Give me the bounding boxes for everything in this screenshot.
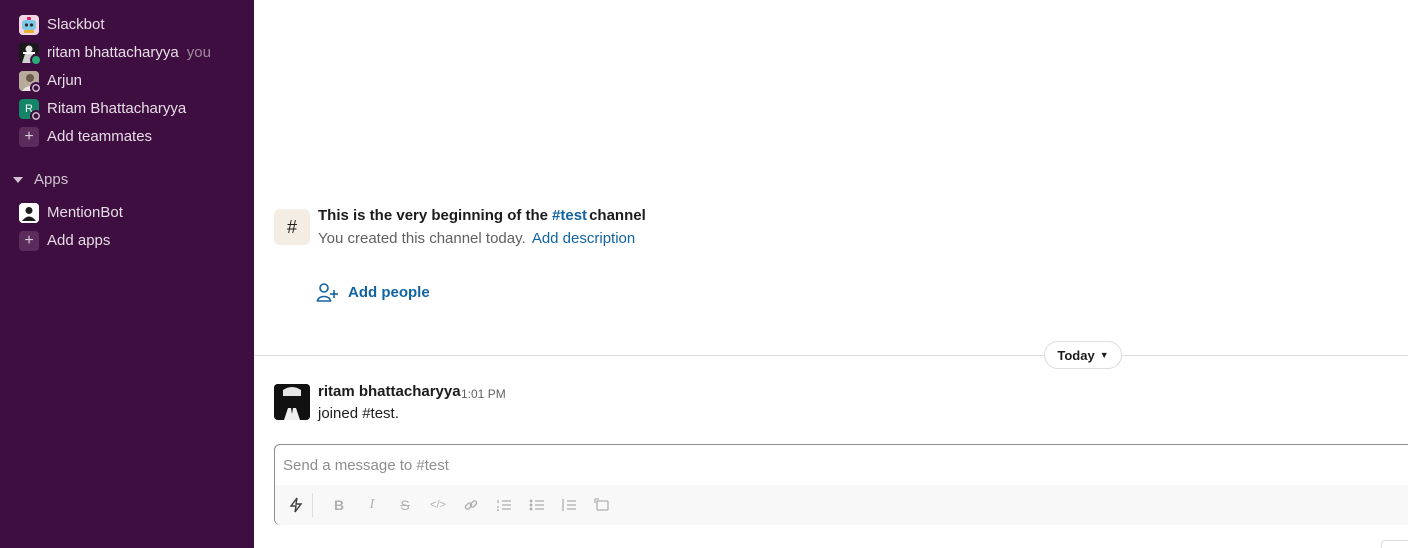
slack-app: Slackbot ritam bhattacharyya you Arjun R… <box>0 0 1408 548</box>
bot-avatar <box>19 203 39 223</box>
caret-down-icon <box>13 177 23 183</box>
code-icon[interactable]: </> <box>427 495 449 515</box>
add-description-link[interactable]: Add description <box>532 230 635 247</box>
slackbot-avatar <box>19 15 39 35</box>
ordered-list-icon[interactable] <box>493 495 515 515</box>
channel-name-link[interactable]: #test <box>552 207 587 224</box>
plus-icon: + <box>19 231 39 251</box>
shortcuts-icon[interactable] <box>285 495 307 515</box>
message-composer[interactable]: Send a message to #test B I S </> <box>274 444 1408 525</box>
message-author-avatar[interactable] <box>274 384 310 420</box>
formatting-toolbar: B I S </> <box>275 485 1408 525</box>
bold-icon[interactable]: B <box>328 495 350 515</box>
channel-view: # This is the very beginning of the #test… <box>254 0 1408 548</box>
chevron-down-icon: ▼ <box>1099 350 1109 360</box>
add-teammates-button[interactable]: + Add teammates <box>0 122 254 150</box>
apps-section-label: Apps <box>34 171 69 188</box>
hash-icon: # <box>274 209 310 245</box>
sidebar-item-slackbot[interactable]: Slackbot <box>0 10 254 38</box>
sidebar-item-ritam-bhattacharyya[interactable]: R Ritam Bhattacharyya <box>0 94 254 122</box>
sidebar-item-label: Ritam Bhattacharyya <box>47 99 187 117</box>
blockquote-icon[interactable] <box>558 495 580 515</box>
you-tag: you <box>186 43 211 61</box>
sidebar-item-arjun[interactable]: Arjun <box>0 66 254 94</box>
channel-intro-title: This is the very beginning of the #test ch… <box>318 207 646 224</box>
scroll-corner <box>1381 540 1408 548</box>
sidebar-item-label: Slackbot <box>47 15 105 33</box>
day-divider-label: Today <box>1057 347 1095 363</box>
day-divider-line <box>254 355 1408 356</box>
plus-icon: + <box>19 127 39 147</box>
day-divider-button[interactable]: Today ▼ <box>1044 341 1122 369</box>
add-teammates-label: Add teammates <box>47 127 153 145</box>
message-author-name[interactable]: ritam bhattacharyya <box>318 383 461 400</box>
add-person-icon <box>316 283 338 302</box>
sidebar-item-label: Arjun <box>47 71 83 89</box>
sidebar-item-mentionbot[interactable]: MentionBot <box>0 198 254 226</box>
sidebar: Slackbot ritam bhattacharyya you Arjun R… <box>0 0 254 548</box>
sidebar-item-label: ritam bhattacharyya <box>47 43 179 61</box>
sidebar-item-label: MentionBot <box>47 203 123 221</box>
add-apps-button[interactable]: + Add apps <box>0 226 254 254</box>
add-apps-label: Add apps <box>47 231 111 249</box>
add-people-label: Add people <box>348 283 430 301</box>
add-people-button[interactable]: Add people <box>316 280 430 304</box>
message-text: joined #test. <box>318 405 399 422</box>
apps-section-header[interactable]: Apps <box>0 168 254 194</box>
presence-away-indicator <box>30 110 42 122</box>
message-input[interactable]: Send a message to #test <box>283 457 449 474</box>
presence-online-indicator <box>30 54 42 66</box>
code-block-icon[interactable] <box>591 495 613 515</box>
bulleted-list-icon[interactable] <box>526 495 548 515</box>
italic-icon[interactable]: I <box>361 495 383 515</box>
message-timestamp[interactable]: 1:01 PM <box>461 387 506 401</box>
channel-intro-subtitle: You created this channel today. Add desc… <box>318 230 636 247</box>
toolbar-separator <box>312 493 313 517</box>
presence-away-indicator <box>30 82 42 94</box>
link-icon[interactable] <box>460 495 482 515</box>
strikethrough-icon[interactable]: S <box>394 495 416 515</box>
sidebar-item-ritam-bhattacharyya-self[interactable]: ritam bhattacharyya you <box>0 38 254 66</box>
